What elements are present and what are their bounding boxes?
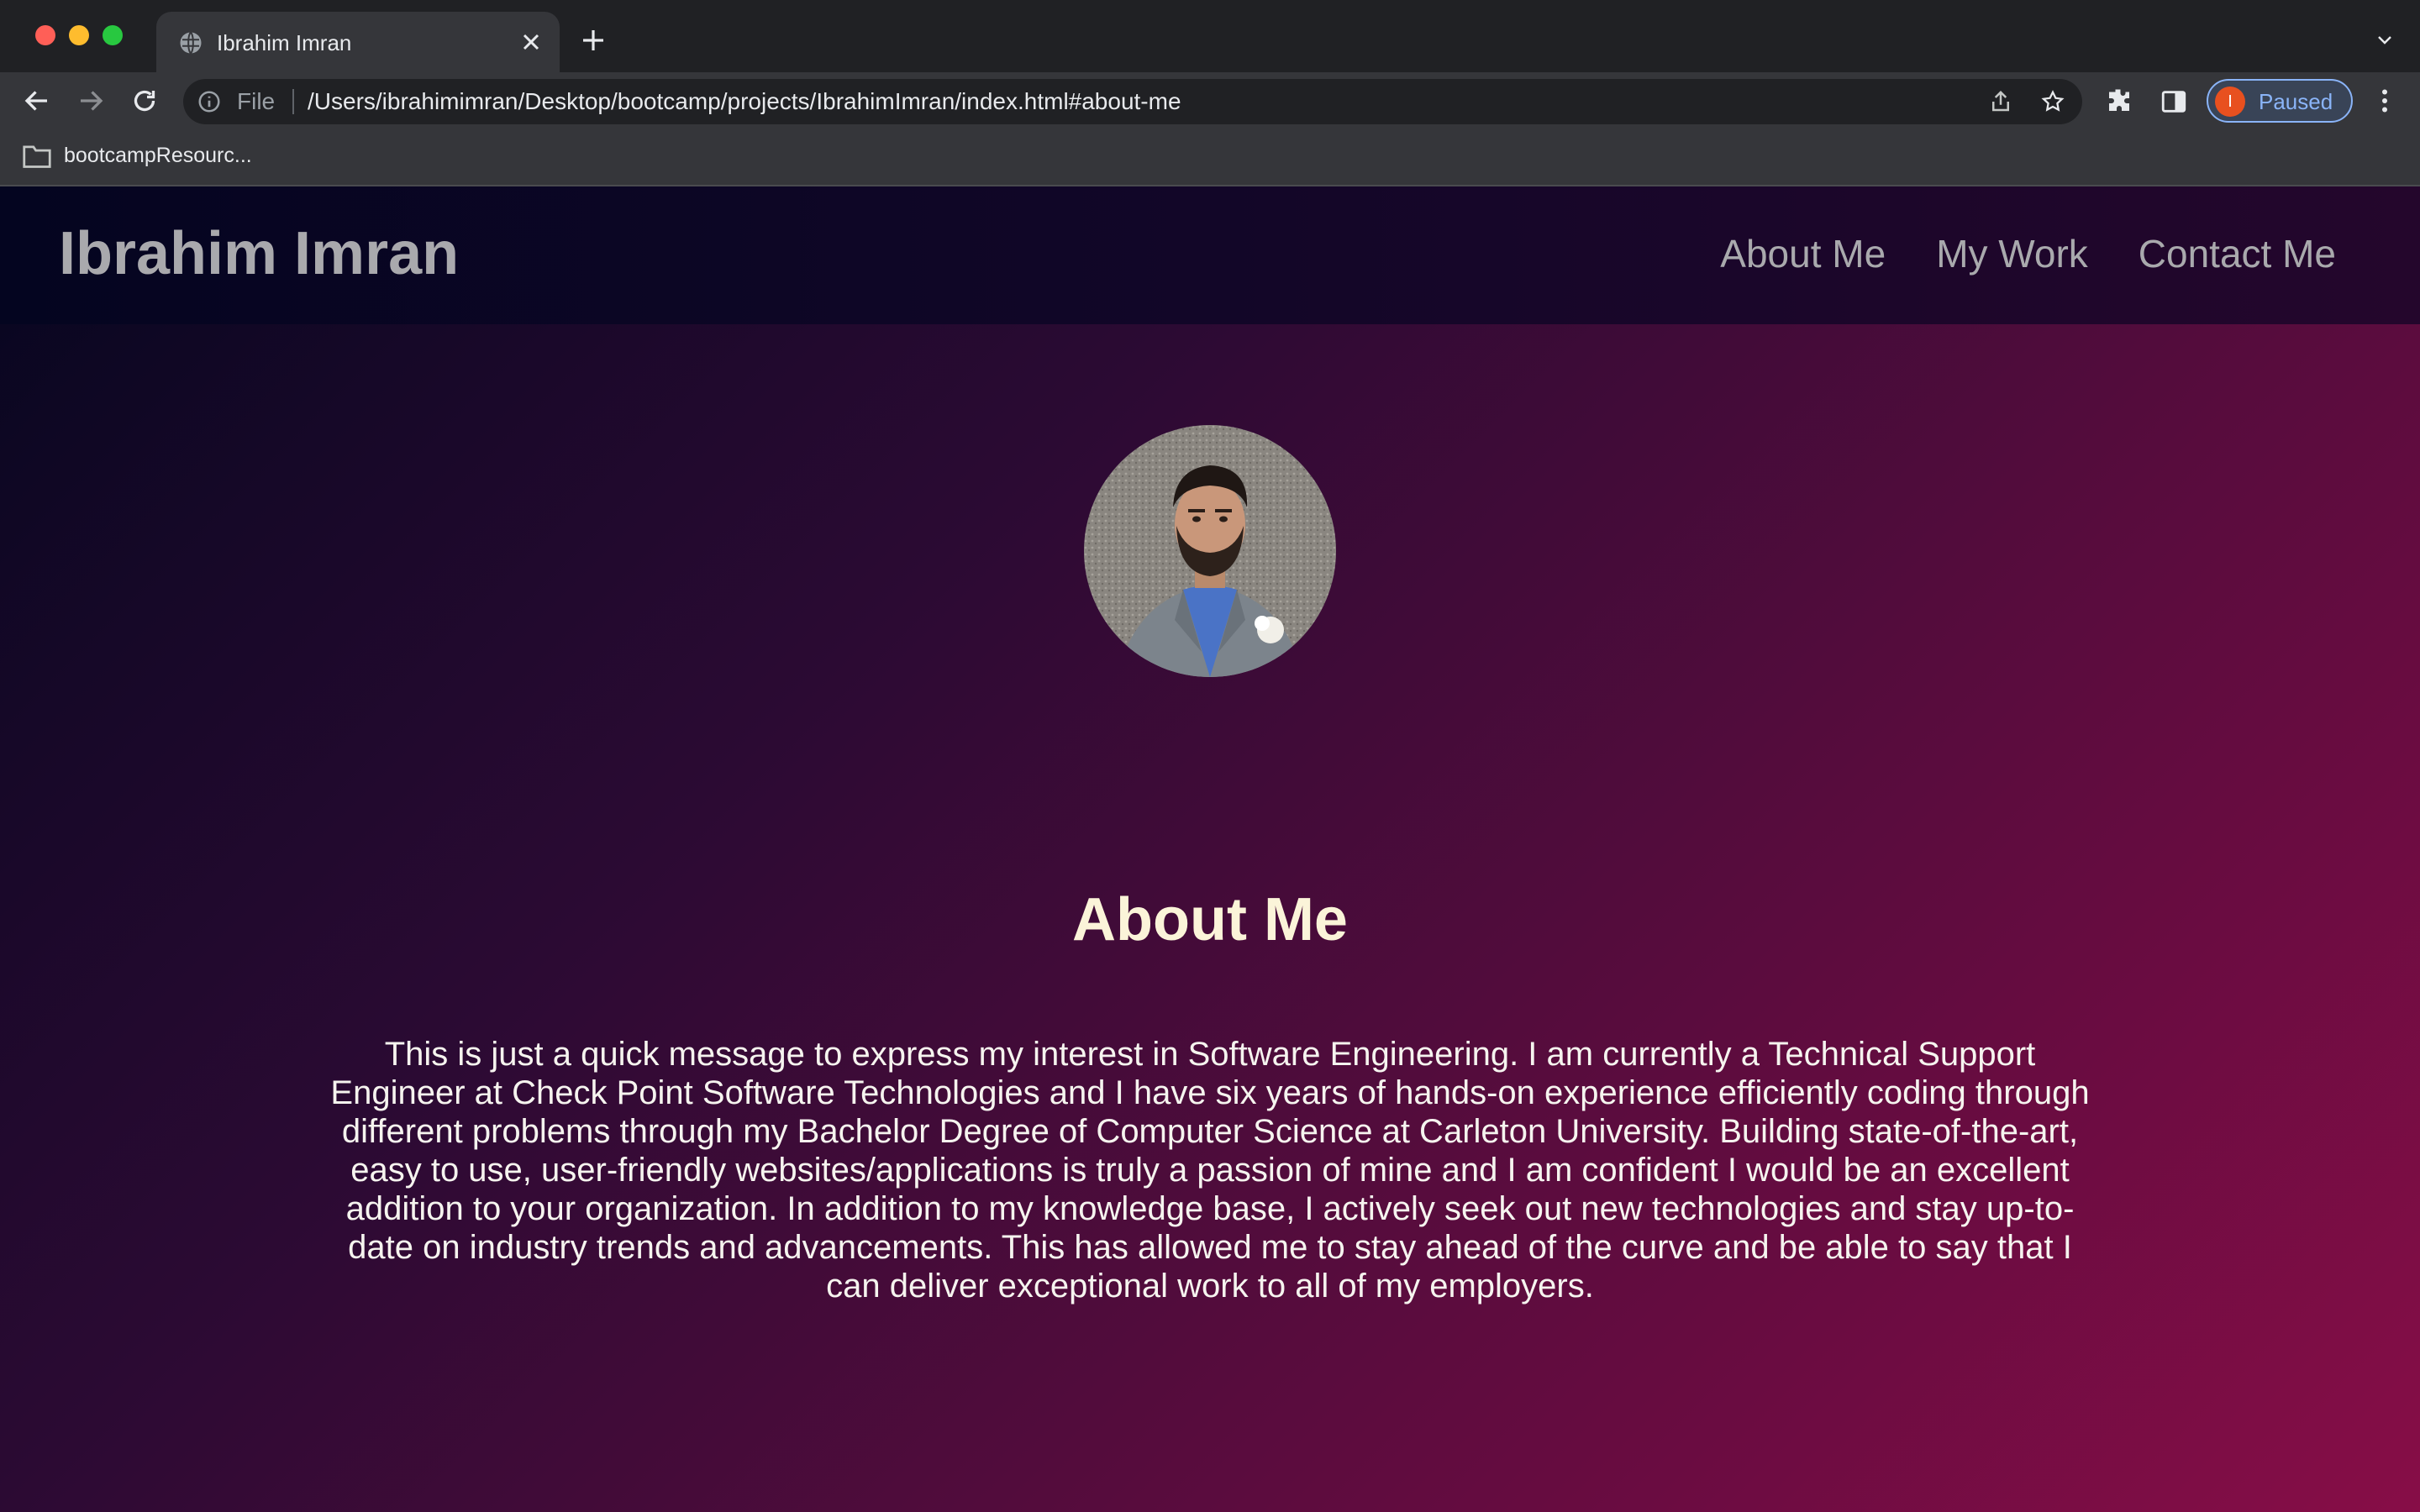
info-icon[interactable]	[197, 89, 222, 114]
address-bar[interactable]: File /Users/ibrahimimran/Desktop/bootcam…	[183, 79, 2082, 124]
globe-icon	[180, 31, 202, 55]
profile-status: Paused	[2259, 89, 2333, 114]
close-window-button[interactable]	[35, 25, 55, 45]
tab-strip: Ibrahim Imran	[0, 0, 2420, 72]
about-me-text: This is just a quick message to express …	[330, 1036, 2090, 1305]
about-me-heading: About Me	[1072, 886, 1348, 953]
chevron-down-icon[interactable]	[2375, 30, 2395, 50]
tab-title: Ibrahim Imran	[217, 30, 352, 55]
url-scheme-label: File	[237, 88, 276, 114]
omnibox-divider	[292, 89, 294, 114]
share-icon[interactable]	[1988, 89, 2013, 114]
toolbar: File /Users/ibrahimimran/Desktop/bootcam…	[0, 72, 2420, 129]
web-page: Ibrahim Imran About Me My Work Contact M…	[0, 186, 2420, 1512]
folder-icon	[23, 145, 51, 168]
star-icon[interactable]	[2040, 89, 2065, 114]
browser-tab[interactable]: Ibrahim Imran	[156, 12, 560, 72]
minimize-window-button[interactable]	[69, 25, 89, 45]
bookmarks-bar: bootcampResourc...	[0, 129, 2420, 186]
back-arrow-icon[interactable]	[22, 86, 52, 116]
close-icon[interactable]	[518, 29, 544, 55]
browser-chrome: Ibrahim Imran File /Users/ibrahimimran/D…	[0, 0, 2420, 186]
url-text[interactable]: /Users/ibrahimimran/Desktop/bootcamp/pro…	[308, 87, 1181, 116]
site-nav: About Me My Work Contact Me	[1720, 228, 2336, 279]
nav-contact-me[interactable]: Contact Me	[2139, 228, 2336, 279]
puzzle-icon[interactable]	[2104, 86, 2134, 116]
side-panel-icon[interactable]	[2160, 87, 2188, 116]
maximize-window-button[interactable]	[103, 25, 123, 45]
profile-photo	[1084, 425, 1336, 677]
site-header: Ibrahim Imran About Me My Work Contact M…	[0, 186, 2420, 324]
forward-arrow-icon[interactable]	[76, 86, 106, 116]
new-tab-plus-icon[interactable]	[580, 27, 607, 54]
nav-about-me[interactable]: About Me	[1720, 228, 1886, 279]
profile-avatar: I	[2215, 87, 2245, 117]
profile-button[interactable]: I Paused	[2207, 79, 2353, 123]
kebab-menu-icon[interactable]	[2370, 86, 2400, 116]
reload-icon[interactable]	[129, 86, 160, 116]
nav-my-work[interactable]: My Work	[1936, 228, 2088, 279]
bookmark-folder-item[interactable]: bootcampResourc...	[64, 141, 252, 170]
site-brand[interactable]: Ibrahim Imran	[59, 217, 459, 291]
